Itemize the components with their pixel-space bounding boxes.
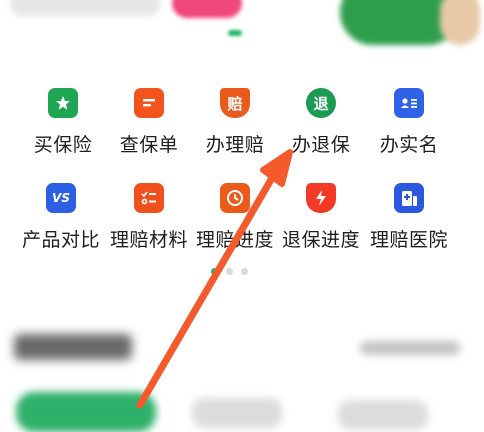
service-claim[interactable]: 赔 办理赔: [190, 88, 280, 157]
hospital-icon: [394, 183, 424, 213]
page-dot-active: [211, 268, 218, 275]
service-label: 理赔医院: [369, 229, 448, 251]
service-surrender[interactable]: 退 办退保: [276, 88, 366, 157]
banner-text-blurred: [10, 0, 160, 16]
page-dot: [241, 268, 248, 275]
claim-badge-icon: 赔: [220, 88, 250, 118]
service-compare[interactable]: VS 产品对比: [16, 183, 106, 252]
service-label: 产品对比: [21, 229, 100, 251]
service-label: 办退保: [291, 134, 351, 156]
service-label: 办实名: [379, 134, 439, 156]
service-label: 查保单: [119, 134, 179, 156]
service-label: 理赔材料: [109, 229, 188, 251]
clock-icon: [220, 183, 250, 213]
section-title-blurred: [14, 334, 132, 360]
service-claim-materials[interactable]: 理赔材料: [104, 183, 194, 252]
service-buy-insurance[interactable]: 买保险: [18, 88, 108, 157]
service-surrender-progress[interactable]: 退保进度: [276, 183, 366, 252]
surrender-icon: 退: [306, 88, 336, 118]
banner-indicator: [228, 30, 242, 36]
id-card-icon: [394, 88, 424, 118]
section-more-link-blurred[interactable]: [360, 341, 460, 355]
shield-star-icon: [48, 88, 78, 118]
top-banner[interactable]: [0, 0, 484, 60]
service-check-policy[interactable]: 查保单: [104, 88, 194, 157]
banner-pill-button[interactable]: [172, 0, 242, 18]
service-real-name[interactable]: 办实名: [364, 88, 454, 157]
checklist-icon: [134, 183, 164, 213]
bottom-card-tertiary[interactable]: [338, 400, 428, 430]
bottom-card-secondary[interactable]: [192, 398, 282, 428]
service-label: 办理赔: [205, 134, 265, 156]
page-indicator: [211, 268, 248, 275]
service-label: 退保进度: [281, 229, 360, 251]
service-label: 理赔进度: [195, 229, 274, 251]
versus-icon: VS: [46, 183, 76, 213]
service-claim-progress[interactable]: 理赔进度: [190, 183, 280, 252]
page-dot: [226, 268, 233, 275]
banner-mascot-detail: [440, 0, 480, 45]
document-list-icon: [134, 88, 164, 118]
lightning-shield-icon: [306, 183, 336, 213]
service-claim-hospital[interactable]: 理赔医院: [364, 183, 454, 252]
bottom-card-primary[interactable]: [16, 392, 156, 432]
service-label: 买保险: [33, 134, 93, 156]
